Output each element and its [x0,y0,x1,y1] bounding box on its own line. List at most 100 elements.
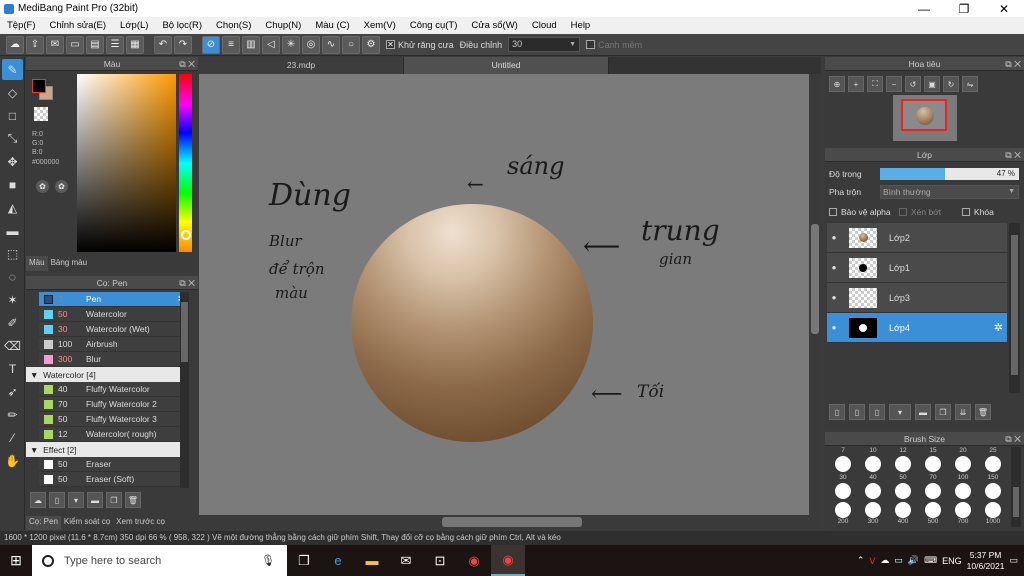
add-brush-icon[interactable]: ▾ [68,492,84,508]
menu-view[interactable]: Xem(V) [357,20,403,31]
hand-tool-icon[interactable]: ✋ [2,450,23,471]
brush-size-cell[interactable]: 12 [888,447,918,474]
cloud-icon[interactable]: ☁ [6,35,24,54]
folder-icon[interactable]: ▬ [915,404,931,420]
taskbar-search[interactable]: Type here to search 🎙 [32,545,287,576]
folder-icon[interactable]: ▬ [87,492,103,508]
menu-edit[interactable]: Chỉnh sửa(E) [43,20,114,31]
brush-size-cell[interactable]: 10 [858,447,888,474]
tab-document-untitled[interactable]: Untitled [404,57,609,74]
visibility-icon[interactable]: ● [827,323,841,332]
brush-row-pen[interactable]: 2 Pen ✲ [39,292,189,307]
select-pen-icon[interactable]: ✐ [2,312,23,333]
close-button[interactable]: ✕ [984,2,1024,16]
select-eraser-icon[interactable]: ⌫ [2,335,23,356]
parallel-snap-icon[interactable]: ≡ [222,35,240,54]
lock-toggle[interactable]: Khóa [962,207,994,217]
tab-palette[interactable]: Bảng màu [48,256,90,271]
foreground-color-swatch[interactable] [32,79,46,93]
scrollbar-thumb[interactable] [1013,487,1019,517]
brush-row[interactable]: 50 Fluffy Watercolor 3 [39,412,189,427]
grid-icon[interactable]: ▦ [126,35,144,54]
blend-mode-select[interactable]: Bình thường ▼ [880,185,1019,199]
duplicate-layer-icon[interactable]: ❐ [935,404,951,420]
brush-row[interactable]: 40 Fluffy Watercolor [39,382,189,397]
panel-close-icon[interactable]: ⧉ ✕ [1005,148,1021,162]
snap-off-icon[interactable]: ⊘ [202,35,220,54]
operation-tool-icon[interactable]: ➶ [2,381,23,402]
lock-checkbox[interactable] [962,208,970,216]
menu-help[interactable]: Help [564,20,598,31]
canvas-vertical-scrollbar[interactable] [809,74,821,515]
correction-select[interactable]: 30 ▼ [508,37,581,52]
protect-alpha-toggle[interactable]: Bảo vệ alpha [829,207,891,217]
brush-size-cell[interactable]: 15 [918,447,948,474]
onedrive-icon[interactable]: ☁ [880,555,889,566]
redo-icon[interactable]: ↷ [174,35,192,54]
new-halftone-layer-icon[interactable]: ▯ [849,404,865,420]
brush-row[interactable]: 50 Eraser [39,457,189,472]
task-view-icon[interactable]: ❐ [287,545,321,576]
new-brush-icon[interactable]: ▯ [49,492,65,508]
scrollbar-thumb[interactable] [1011,235,1018,375]
chrome-icon[interactable]: ◉ [457,545,491,576]
tab-color[interactable]: Màu [26,256,48,271]
menu-snap[interactable]: Chụp(N) [258,20,308,31]
network-icon[interactable]: ▭ [894,555,903,566]
gear-icon[interactable]: ✲ [994,321,1003,334]
layer-row[interactable]: ● Lớp1 [827,253,1007,283]
message-icon[interactable]: ▭ [66,35,84,54]
visibility-icon[interactable]: ● [827,263,841,272]
menu-select[interactable]: Chọn(S) [209,20,258,31]
new-8bit-layer-icon[interactable]: ▯ [869,404,885,420]
snap-checkbox[interactable] [586,40,596,49]
brush-size-cell[interactable]: 150 [978,474,1008,501]
brush-size-cell[interactable]: 300 [858,501,888,528]
tab-brush-control[interactable]: Kiểm soát cọ [61,516,113,530]
keyboard-icon[interactable]: ⌨ [924,555,937,566]
circle-snap-icon[interactable]: ○ [342,35,360,54]
menu-cloud[interactable]: Cloud [525,20,564,31]
menu-tools[interactable]: Công cụ(T) [403,20,465,31]
gradient-tool-icon[interactable]: ▬ [2,220,23,241]
restore-button[interactable]: ❐ [944,2,984,16]
scrollbar-thumb[interactable] [442,517,582,527]
curve-snap-icon[interactable]: ∿ [322,35,340,54]
hue-slider[interactable] [179,74,192,252]
fit-icon[interactable]: ⛶ [867,76,883,92]
scrollbar-thumb[interactable] [811,224,819,334]
menu-window[interactable]: Cửa sổ(W) [464,20,524,31]
file-explorer-icon[interactable]: ▬ [355,545,389,576]
zoom-in-icon[interactable]: + [848,76,864,92]
edge-icon[interactable]: e [321,545,355,576]
navigator-preview[interactable] [893,95,957,141]
bucket-tool-icon[interactable]: ◭ [2,197,23,218]
panel-close-icon[interactable]: ⧉ ✕ [179,57,195,71]
actual-size-icon[interactable]: ▣ [924,76,940,92]
snap-toggle[interactable]: Canh mềm [586,40,642,50]
windows-start-icon[interactable]: ⊞ [0,552,32,569]
text-tool-icon[interactable]: T [2,358,23,379]
navigator-viewport-frame[interactable] [901,99,947,131]
brush-size-cell[interactable]: 200 [828,501,858,528]
panel-close-icon[interactable]: ⧉ ✕ [1005,57,1021,71]
layer-row[interactable]: ● Lớp2 [827,223,1007,253]
comment-icon[interactable]: ✉ [46,35,64,54]
rotate-left-icon[interactable]: ↺ [905,76,921,92]
document-icon[interactable]: ▤ [86,35,104,54]
transparent-color-swatch[interactable] [34,107,48,121]
merge-layer-icon[interactable]: ⇊ [955,404,971,420]
scrollbar-thumb[interactable] [181,302,188,362]
menu-color[interactable]: Màu (C) [308,20,356,31]
brush-size-cell[interactable]: 40 [858,474,888,501]
select-tool-icon[interactable]: ⬚ [2,243,23,264]
brush-size-cell[interactable]: 400 [888,501,918,528]
concentric-snap-icon[interactable]: ◎ [302,35,320,54]
tab-brush-preview[interactable]: Xem trước cọ [113,516,168,530]
zoom-icon[interactable]: ⊕ [829,76,845,92]
visibility-icon[interactable]: ● [827,233,841,242]
color-settings-icon[interactable]: ✿ [55,180,68,193]
volume-icon[interactable]: 🔊 [908,555,919,566]
notifications-icon[interactable]: ▭ [1009,555,1018,566]
layer-row-selected[interactable]: ● Lớp4 ✲ [827,313,1007,343]
